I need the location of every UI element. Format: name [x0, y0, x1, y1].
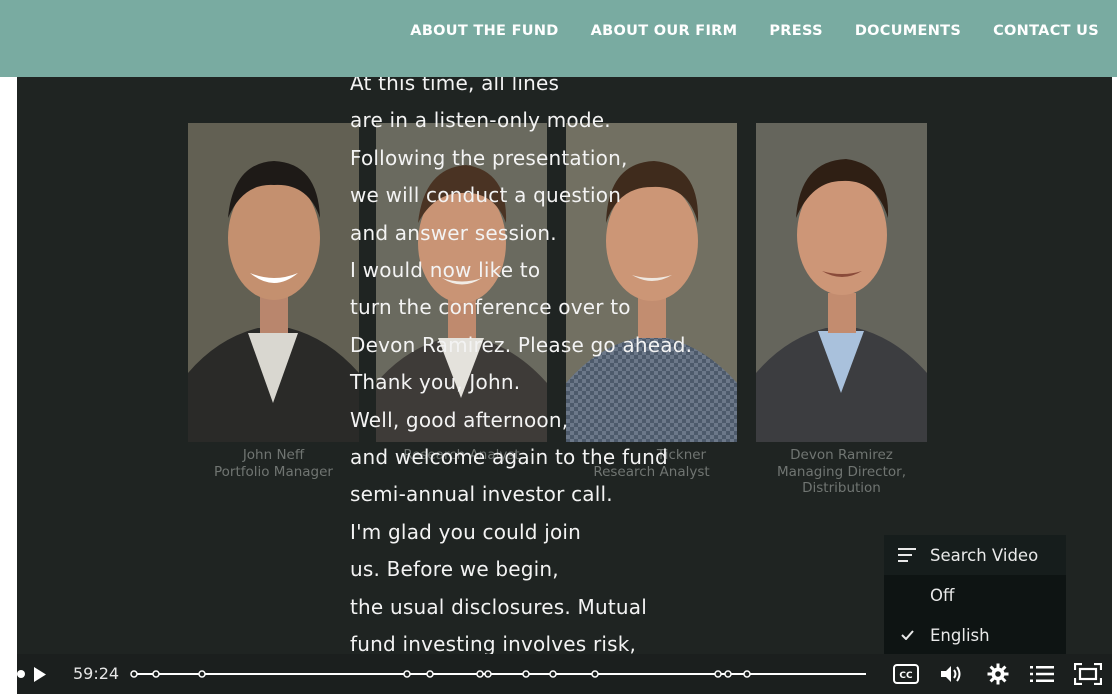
transcript-line: are in a listen-only mode.	[350, 108, 611, 133]
nav-about-our-firm[interactable]: ABOUT OUR FIRM	[591, 23, 738, 39]
play-icon	[34, 666, 46, 682]
settings-button[interactable]	[985, 654, 1011, 694]
timeline-scrubber[interactable]	[130, 664, 872, 684]
svg-text:CC: CC	[899, 671, 913, 681]
nav-documents[interactable]: DOCUMENTS	[855, 23, 961, 39]
transcript-line: At this time, all lines	[350, 77, 560, 95]
list-icon	[1030, 666, 1054, 682]
volume-icon	[941, 666, 961, 682]
captions-off-label: Off	[930, 585, 955, 605]
nav-contact-us[interactable]: CONTACT US	[993, 23, 1099, 39]
search-video-label: Search Video	[930, 545, 1039, 565]
caption-devon-ramirez: Devon Ramirez Managing Director, Distrib…	[756, 447, 927, 497]
portrait-john-neff	[188, 123, 359, 442]
transcript-line: and welcome again to the fund	[350, 445, 668, 470]
caption-john-neff: John Neff Portfolio Manager	[188, 447, 359, 480]
current-time: 59:24	[73, 664, 120, 683]
transcript-line: Devon Ramirez. Please go ahead.	[350, 332, 693, 357]
transcript-line: and answer session.	[350, 220, 557, 245]
nav-about-the-fund[interactable]: ABOUT THE FUND	[410, 23, 558, 39]
person-title: Portfolio Manager	[213, 463, 333, 480]
person-title: Managing Director,	[776, 463, 906, 480]
transcript-line: Following the presentation,	[350, 145, 628, 170]
nav-press[interactable]: PRESS	[769, 23, 822, 39]
captions-button[interactable]: CC	[891, 654, 921, 694]
transcript-line: us. Before we begin,	[350, 557, 559, 582]
transcript-line: semi-annual investor call.	[350, 482, 613, 507]
transcript-line: Well, good afternoon,	[350, 407, 569, 432]
transcript-line: turn the conference over to	[350, 295, 631, 320]
play-button[interactable]	[27, 654, 53, 694]
fullscreen-button[interactable]	[1073, 654, 1103, 694]
transcript-line: we will conduct a question	[350, 183, 622, 208]
chapters-button[interactable]	[1029, 654, 1055, 694]
volume-button[interactable]	[938, 654, 964, 694]
captions-english-item[interactable]: English	[884, 615, 1066, 655]
transcript-line: Thank you, John.	[350, 370, 521, 395]
transcript-line: the usual disclosures. Mutual	[350, 594, 647, 619]
timeline-playhead[interactable]	[17, 670, 25, 678]
checkmark-icon	[884, 630, 930, 640]
captions-menu: Search Video Off English	[884, 535, 1066, 655]
person-name: John Neff	[242, 447, 305, 463]
site-header: ABOUT THE FUND ABOUT OUR FIRM PRESS DOCU…	[0, 0, 1117, 77]
video-player[interactable]: John Neff Portfolio Manager Research Ana…	[17, 77, 1112, 694]
transcript-line: I'm glad you could join	[350, 519, 582, 544]
main-nav: ABOUT THE FUND ABOUT OUR FIRM PRESS DOCU…	[410, 23, 1099, 39]
closed-captions-icon: CC	[893, 664, 919, 684]
fullscreen-icon	[1074, 663, 1102, 685]
gear-icon	[987, 663, 1009, 685]
captions-english-label: English	[930, 625, 990, 645]
person-title-2: Distribution	[802, 480, 881, 496]
player-controls: 59:24 CC	[17, 654, 1112, 694]
transcript-line: I would now like to	[350, 258, 541, 283]
transcript-overlay: At this time, all lines are in a listen-…	[350, 77, 750, 664]
search-lines-icon	[884, 548, 930, 562]
captions-off-item[interactable]: Off	[884, 575, 1066, 615]
person-name: Devon Ramirez	[790, 447, 893, 463]
portrait-devon-ramirez	[756, 123, 927, 442]
search-video-item[interactable]: Search Video	[884, 535, 1066, 575]
